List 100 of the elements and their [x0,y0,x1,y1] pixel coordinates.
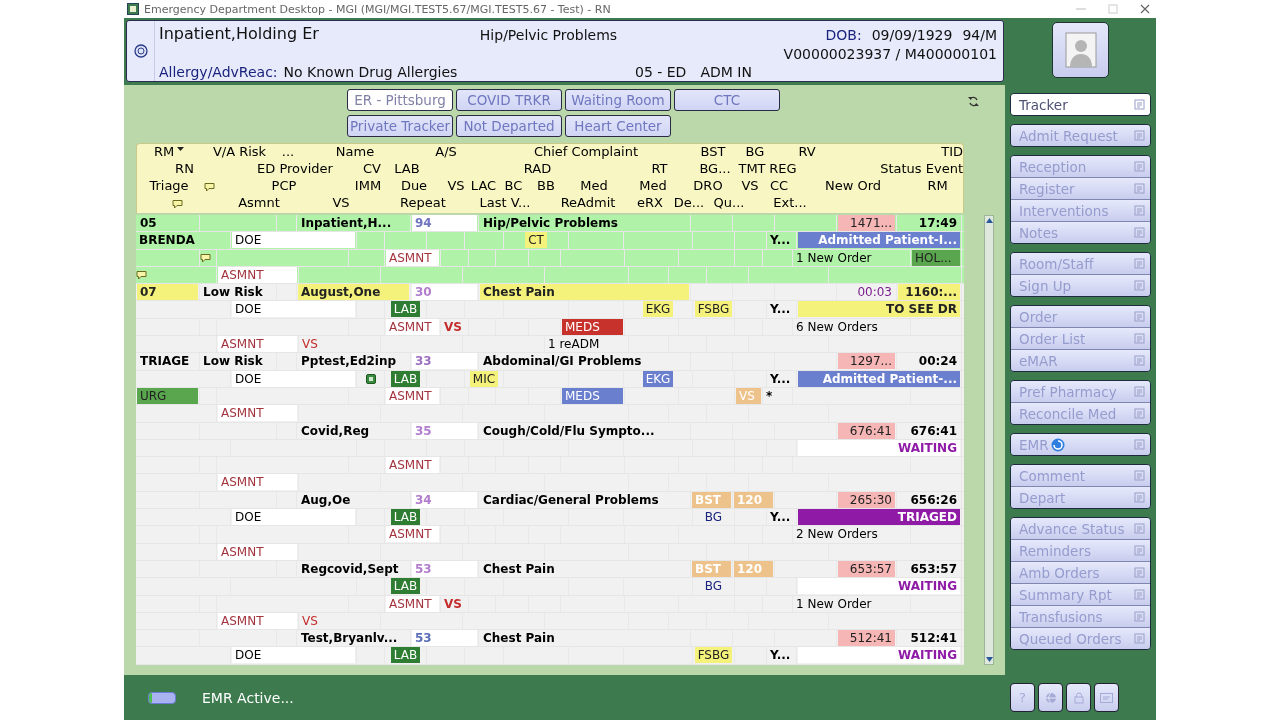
column-header[interactable]: RM [153,144,175,160]
circle-icon[interactable] [133,44,148,58]
document-icon [1134,567,1146,578]
column-header[interactable]: ... [281,144,295,160]
card-icon [1100,692,1113,703]
column-header[interactable]: RV [798,144,816,160]
table-cell-text: 05 [139,215,158,231]
status-tag: 1471... [838,215,895,231]
profile-button[interactable] [1052,22,1109,78]
card-button[interactable] [1094,683,1119,712]
column-header[interactable]: Due [400,178,428,194]
table-cell-text: BRENDA [138,232,196,249]
lock-button[interactable] [1066,683,1091,712]
close-icon[interactable] [1140,4,1150,14]
column-header[interactable]: RAD [523,161,552,177]
column-header[interactable]: RT [651,161,668,177]
globe-button[interactable] [1038,683,1063,712]
table-cell: DOE [232,301,355,318]
table-cell-text: 1 reADM [547,336,601,353]
column-header[interactable]: Asmnt [238,195,280,211]
column-header[interactable]: Med [639,178,667,194]
table-cell: WAITING [798,647,960,664]
age-sex: 94/M [962,27,997,43]
table-cell-text: 676:41 [909,422,958,439]
column-header[interactable]: CC [769,178,789,194]
status-tag: FSBG [694,647,733,664]
tracker-tab[interactable]: ER - Pittsburg [347,89,453,111]
column-header[interactable]: TMT [738,161,766,177]
column-header[interactable]: LAB [394,161,420,177]
patient-row[interactable]: Aug,Oe 34 Cardiac/General Problems BST 120 265:30 656:26 DOE LAB BG Y... TRIAGED ASMNT 2 New Orders ASMNT [136,491,964,561]
column-header[interactable]: De... [673,195,705,211]
table-cell-text: 00:03 [856,284,893,301]
document-icon [1134,492,1146,503]
column-header[interactable]: Chief Complaint [533,144,639,160]
column-header[interactable]: IMM [354,178,382,194]
patient-row[interactable]: TRIAGE Low Risk Pptest,Ed2inp 33 Abdominal/GI Problems 1297... 00:24 DOE LAB MIC EKG Y... Admitted Patient-... URG ASMNT MEDS VS * ASMNT [136,353,964,423]
down-arrow-icon[interactable] [985,657,993,662]
column-header[interactable]: A/S [435,144,457,160]
table-cell: DOE [232,232,355,249]
chief-complaint: Hip/Pelvic Problems [478,27,619,43]
column-header[interactable]: BC [504,178,523,194]
column-header[interactable]: REG [769,161,797,177]
column-header[interactable]: DRO [693,178,723,194]
up-arrow-icon[interactable] [985,218,993,223]
table-cell: DOE [232,647,355,664]
column-header[interactable]: CV [363,161,381,177]
patient-row[interactable]: Regcovid,Sept 53 Chest Pain BST 120 653:57 653:57 LAB BG WAITING ASMNT VS 1 New Order ASMNT VS [136,560,964,631]
sidebar-button[interactable]: Tracker [1011,94,1150,115]
column-header[interactable]: Qu... [713,195,745,211]
patient-row[interactable]: Test,Bryanlv... 53 Chest Pain 512:41 512:41 DOE LAB FSBG Y... WAITING [136,630,964,665]
patient-row[interactable]: 07 Low Risk August,One 30 Chest Pain 00:03 1160:... DOE LAB EKG FSBG Y... TO SEE DR ASMNT VS MEDS 6 New Orders ASMNT VS 1 reADM [136,284,964,354]
table-cell: ASMNT [386,457,439,474]
column-header[interactable]: Med [580,178,608,194]
column-header[interactable]: BG... [699,161,731,177]
column-header[interactable]: VS [447,178,465,194]
column-header[interactable]: Status Event [880,161,963,177]
column-header[interactable]: RN [175,161,194,177]
column-header[interactable]: BB [537,178,555,194]
document-icon [1134,633,1146,644]
column-header[interactable]: ReAdmit [560,195,616,211]
table-cell-text: Hip/Pelvic Problems [482,215,619,231]
table-cell-text: Y... [769,232,792,249]
table-cell-text: Aug,Oe [300,491,352,508]
table-cell-text: Y... [769,301,792,318]
column-header[interactable]: Repeat [400,195,446,211]
column-header[interactable]: eRX [637,195,663,211]
column-header[interactable]: Triage [149,178,189,194]
caret-icon[interactable] [177,147,185,152]
column-header[interactable]: New Ord [824,178,882,194]
column-header[interactable]: Name [335,144,375,160]
table-cell-text: Chest Pain [482,560,556,577]
patient-row[interactable]: 05 Inpatient,H... 94 Hip/Pelvic Problems 1471... 17:49 BRENDA DOE CT Y... Admitted Patient-I... ASMNT 1 New Order HOL... ASMNT [136,215,964,285]
document-icon [1134,470,1146,481]
patient-row[interactable]: Covid,Reg 35 Cough/Cold/Flu Sympto... 676:41 676:41 WAITING ASMNT ASMNT [136,422,964,492]
field-label: DOB: [825,27,862,43]
column-header[interactable]: BG [745,144,765,160]
allergy-text: No Known Drug Allergies [283,64,458,80]
column-header[interactable]: Last V... [479,195,531,211]
column-header[interactable]: V/A Risk [212,144,267,160]
column-header[interactable]: PCP [271,178,297,194]
column-header[interactable]: RM [927,178,948,194]
column-header[interactable]: TID [941,144,963,160]
column-header[interactable]: ED Provider [257,161,333,177]
column-header[interactable]: BST [700,144,726,160]
document-icon [1134,227,1146,238]
refresh-icon[interactable] [968,96,979,107]
table-cell-text: 512:41 [909,630,958,647]
comment-icon [136,270,147,281]
column-header[interactable]: VS [332,195,350,211]
document-icon [1134,589,1146,600]
scrollbar[interactable] [984,215,994,665]
field-label: Allergy/AdvReac: [159,64,278,80]
column-header[interactable]: VS [741,178,759,194]
document-icon [1134,183,1146,194]
column-header[interactable]: Ext... [773,195,807,211]
document-icon [1134,408,1146,419]
column-header[interactable]: LAC [470,178,497,194]
table-cell: ASMNT [218,405,297,422]
table-cell-text: Abdominal/GI Problems [482,353,643,370]
table-cell: WAITING [798,578,960,595]
